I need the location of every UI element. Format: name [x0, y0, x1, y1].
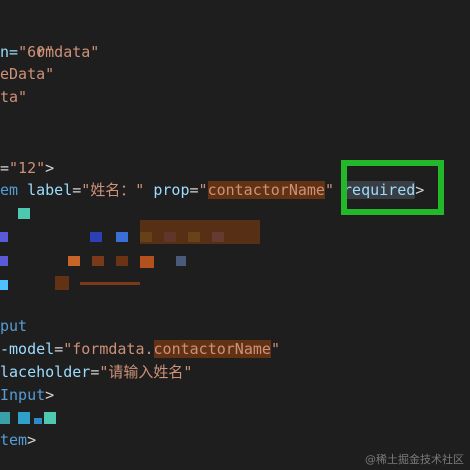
watermark: @稀土掘金技术社区 [365, 453, 464, 466]
blurred-block [44, 412, 56, 424]
code-line-input-close: Input> [0, 384, 54, 406]
string-token: "60" [18, 43, 55, 61]
blurred-block [0, 256, 8, 266]
attr-token: n= [0, 43, 19, 61]
highlight-box [341, 160, 444, 215]
string-token: "请输入姓名" [99, 363, 193, 381]
bracket-token: > [27, 431, 37, 449]
attr-token: label [27, 181, 73, 199]
blurred-block [18, 208, 30, 219]
blurred-block [18, 412, 30, 424]
tag-token: em [0, 181, 19, 199]
attr-token: prop [153, 181, 190, 199]
code-line-form-item-close: tem> [0, 429, 36, 451]
code-line-input-open: put [0, 315, 27, 337]
blurred-block [90, 232, 102, 242]
tag-token: tem [0, 431, 28, 449]
blurred-block [0, 280, 8, 290]
blurred-block [0, 232, 8, 242]
code-editor[interactable]: rmdata" n="60" eData" ta" ="12"> em labe… [0, 0, 470, 470]
blurred-block [176, 256, 186, 266]
code-line-2: n="60" [0, 41, 54, 63]
code-line-7: ="12"> [0, 157, 54, 179]
blurred-block [55, 276, 69, 290]
attr-token: laceholder [0, 363, 91, 381]
blurred-block [0, 412, 10, 424]
code-line-placeholder: laceholder="请输入姓名" [0, 361, 192, 383]
blurred-block [80, 282, 140, 285]
blurred-block [140, 220, 260, 244]
blurred-block [92, 256, 104, 266]
blurred-block [34, 418, 42, 424]
quote-token: " [270, 340, 280, 358]
equals-token: = [0, 159, 10, 177]
blurred-block [116, 232, 128, 242]
equals-token: = [72, 181, 82, 199]
code-line-4: ta" [0, 86, 27, 108]
bracket-token: > [45, 386, 55, 404]
highlighted-prop-value: contactorName [207, 181, 325, 199]
string-token: ta" [0, 88, 28, 106]
string-token: "姓名：" [81, 181, 145, 199]
equals-token: = [54, 340, 64, 358]
equals-token: = [189, 181, 199, 199]
bracket-token: > [45, 159, 55, 177]
tag-token: Input [0, 386, 46, 404]
highlighted-string: contactorName [153, 340, 271, 358]
string-token: eData" [0, 65, 55, 83]
tag-token: put [0, 317, 28, 335]
quote-token: " [198, 181, 208, 199]
quote-token: " [324, 181, 334, 199]
code-line-1: rmdata" [0, 19, 99, 61]
attr-token: -model [0, 340, 55, 358]
equals-token: = [90, 363, 100, 381]
string-token: "formdata. [63, 340, 154, 358]
blurred-block [140, 256, 154, 268]
blurred-block [68, 256, 80, 266]
code-line-v-model: -model="formdata.contactorName" [0, 338, 280, 360]
code-line-3: eData" [0, 63, 54, 85]
string-token: "12" [9, 159, 46, 177]
blurred-block [116, 256, 128, 266]
